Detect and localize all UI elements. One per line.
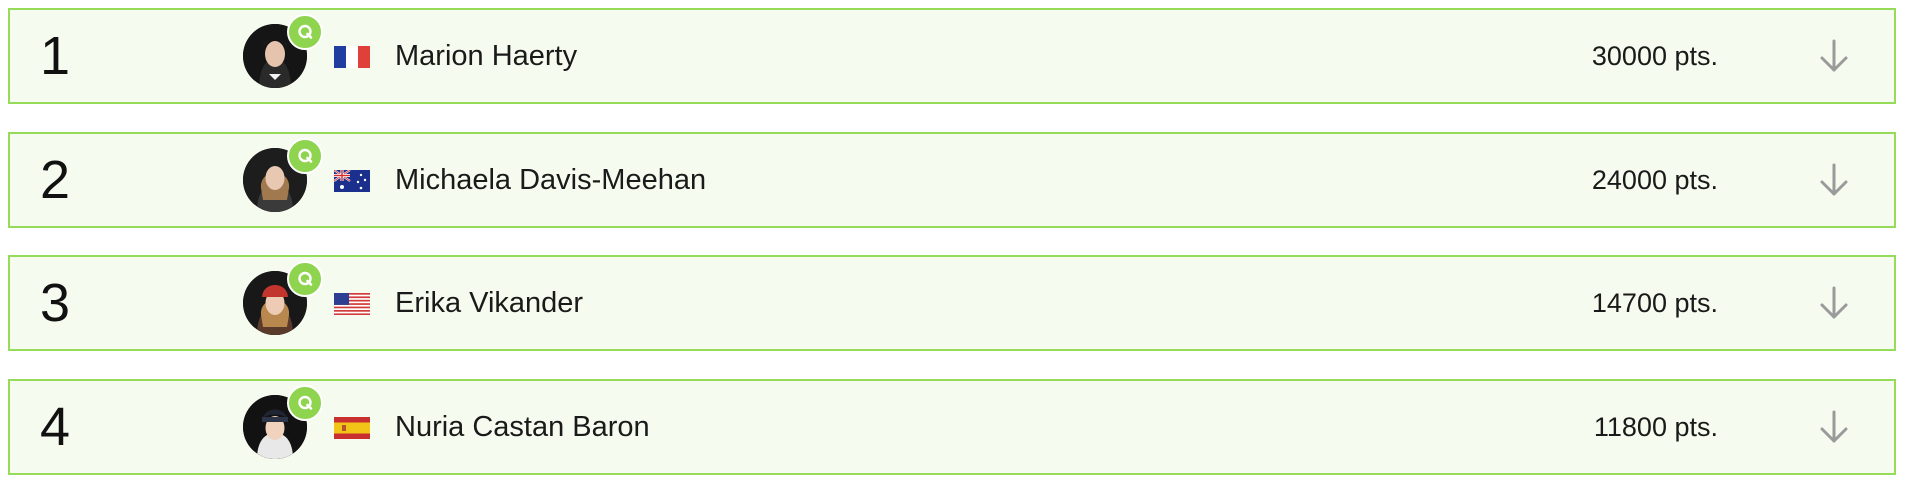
ranking-row[interactable]: 4 Nuria Castan Baron 11800 pts. bbox=[8, 379, 1896, 475]
expand-row-button[interactable] bbox=[1814, 160, 1854, 200]
expand-row-button[interactable] bbox=[1814, 36, 1854, 76]
ranking-row[interactable]: 3 Erika Vikander 14700 pts. bbox=[8, 255, 1896, 351]
qualified-badge-icon bbox=[287, 14, 323, 50]
qualified-badge-icon bbox=[287, 138, 323, 174]
ranking-list: 1 Marion Haerty 30000 pts. 2 Michaela Da… bbox=[0, 0, 1906, 488]
athlete-avatar bbox=[243, 138, 323, 212]
rank-number: 3 bbox=[40, 273, 71, 333]
arrow-down-icon bbox=[1820, 163, 1848, 196]
athlete-avatar bbox=[243, 14, 323, 88]
flag-france-icon bbox=[334, 46, 370, 68]
ranking-row[interactable]: 1 Marion Haerty 30000 pts. bbox=[8, 8, 1896, 104]
athlete-avatar bbox=[243, 385, 323, 459]
expand-row-button[interactable] bbox=[1814, 407, 1854, 447]
qualified-badge-icon bbox=[287, 385, 323, 421]
points-value: 14700 pts. bbox=[1591, 288, 1718, 318]
ranking-row[interactable]: 2 Michaela Davis-Meehan 24000 pts. bbox=[8, 132, 1896, 228]
expand-row-button[interactable] bbox=[1814, 283, 1854, 323]
rank-number: 2 bbox=[40, 150, 71, 210]
athlete-name[interactable]: Michaela Davis-Meehan bbox=[395, 134, 706, 226]
athlete-name[interactable]: Erika Vikander bbox=[395, 257, 583, 349]
qualified-badge-icon bbox=[287, 261, 323, 297]
athlete-name[interactable]: Nuria Castan Baron bbox=[395, 381, 650, 473]
arrow-down-icon bbox=[1820, 286, 1848, 319]
athlete-name[interactable]: Marion Haerty bbox=[395, 10, 577, 102]
rank-number: 1 bbox=[40, 26, 71, 86]
points-value: 30000 pts. bbox=[1591, 41, 1718, 71]
athlete-avatar bbox=[243, 261, 323, 335]
points-value: 11800 pts. bbox=[1593, 412, 1718, 442]
rank-number: 4 bbox=[40, 397, 71, 457]
flag-usa-icon bbox=[334, 293, 370, 315]
points-value: 24000 pts. bbox=[1591, 165, 1718, 195]
arrow-down-icon bbox=[1820, 39, 1848, 72]
flag-spain-icon bbox=[334, 417, 370, 439]
arrow-down-icon bbox=[1820, 410, 1848, 443]
flag-australia-icon bbox=[334, 170, 370, 192]
